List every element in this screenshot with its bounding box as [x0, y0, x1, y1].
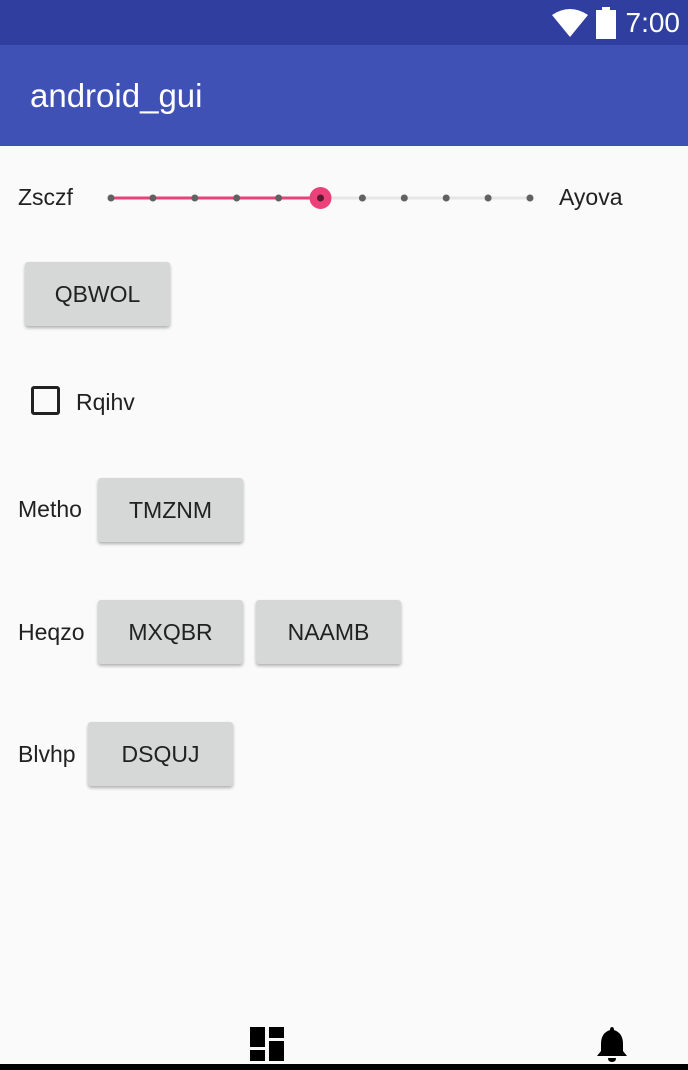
- rqihv-checkbox[interactable]: [31, 386, 60, 415]
- mxqbr-button[interactable]: MXQBR: [98, 600, 243, 664]
- slider-tick: [107, 194, 115, 202]
- naamb-button[interactable]: NAAMB: [256, 600, 401, 664]
- slider-min-label: Zsczf: [18, 184, 73, 210]
- battery-icon: [596, 7, 616, 39]
- tmznm-button[interactable]: TMZNM: [98, 478, 243, 542]
- status-time: 7:00: [625, 7, 681, 38]
- status-bar: 7:00: [0, 0, 688, 45]
- heqzo-label: Heqzo: [18, 619, 85, 645]
- slider-tick: [149, 194, 157, 202]
- rqihv-checkbox-label[interactable]: Rqihv: [76, 388, 135, 416]
- app-title: android_gui: [30, 77, 203, 114]
- bell-icon[interactable]: [595, 1025, 629, 1063]
- blvhp-label: Blvhp: [18, 741, 76, 767]
- slider-tick: [191, 194, 199, 202]
- slider-tick: [484, 194, 492, 202]
- qbwol-button[interactable]: QBWOL: [25, 262, 170, 326]
- metho-label: Metho: [18, 496, 82, 522]
- bottom-edge: [0, 1064, 688, 1070]
- wifi-icon: [552, 9, 588, 37]
- slider-tick: [358, 194, 366, 202]
- slider-tick: [400, 194, 408, 202]
- slider-tick: [233, 194, 241, 202]
- seek-bar[interactable]: [100, 178, 540, 218]
- slider-tick: [275, 194, 283, 202]
- dashboard-icon[interactable]: [250, 1027, 284, 1061]
- slider-tick: [442, 194, 450, 202]
- slider-tick: [526, 194, 534, 202]
- dsquj-button[interactable]: DSQUJ: [88, 722, 233, 786]
- slider-max-label: Ayova: [559, 184, 623, 210]
- slider-thumb-center: [317, 194, 324, 202]
- app-bar: android_gui: [0, 45, 688, 146]
